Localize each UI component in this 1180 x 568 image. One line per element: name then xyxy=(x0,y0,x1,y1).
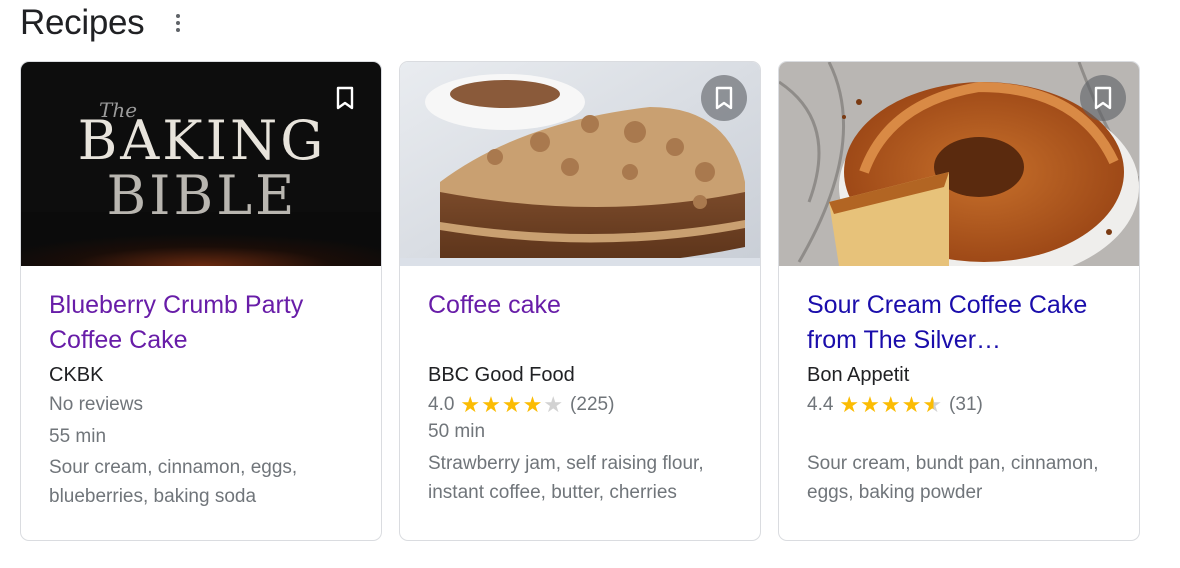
book-cover-title-line2: BIBLE xyxy=(107,164,298,227)
bookmark-icon xyxy=(336,86,354,110)
rating-row: 4.0 ★★★★★ (225) xyxy=(428,389,740,421)
ingredients: Sour cream, bundt pan, cinnamon, eggs, b… xyxy=(807,453,1099,503)
section-title: Recipes xyxy=(20,3,145,42)
review-count: (31) xyxy=(949,394,983,415)
recipe-card[interactable]: Sour Cream Coffee Cake from The Silver… … xyxy=(778,61,1140,541)
recipe-card[interactable]: Coffee cake BBC Good Food 4.0 ★★★★★ (225… xyxy=(399,61,761,541)
star-rating-icon: ★★★★★ xyxy=(460,392,565,417)
recipes-header: Recipes xyxy=(20,0,186,46)
bookmark-icon xyxy=(715,86,733,110)
review-status: No reviews xyxy=(49,394,143,415)
save-bookmark-button[interactable] xyxy=(1080,75,1126,121)
recipe-card[interactable]: The BAKING BIBLE Blueberry Crumb Party C… xyxy=(20,61,382,541)
recipe-source: Bon Appetit xyxy=(807,364,910,386)
recipe-title[interactable]: Coffee cake xyxy=(428,288,740,358)
rating-row: 4.4 ★★★★★ (31) xyxy=(807,389,1119,421)
ingredients: Strawberry jam, self raising flour, inst… xyxy=(428,453,704,503)
more-options-icon[interactable] xyxy=(170,8,186,38)
ingredients: Sour cream, cinnamon, eggs, blueberries,… xyxy=(49,457,298,507)
book-cover-title-line1: BAKING xyxy=(78,109,327,172)
recipe-source: BBC Good Food xyxy=(428,364,575,386)
cook-time: 55 min xyxy=(49,426,107,447)
cook-time: 50 min xyxy=(428,421,486,442)
save-bookmark-button[interactable] xyxy=(322,75,368,121)
save-bookmark-button[interactable] xyxy=(701,75,747,121)
recipe-title[interactable]: Sour Cream Coffee Cake from The Silver… xyxy=(807,288,1119,358)
rating-value: 4.0 xyxy=(428,394,455,415)
star-rating-icon: ★★★★★ xyxy=(839,392,944,417)
bookmark-icon xyxy=(1094,86,1112,110)
review-count: (225) xyxy=(570,394,615,415)
recipe-title[interactable]: Blueberry Crumb Party Coffee Cake xyxy=(49,288,361,358)
rating-value: 4.4 xyxy=(807,394,834,415)
recipe-source: CKBK xyxy=(49,364,104,386)
